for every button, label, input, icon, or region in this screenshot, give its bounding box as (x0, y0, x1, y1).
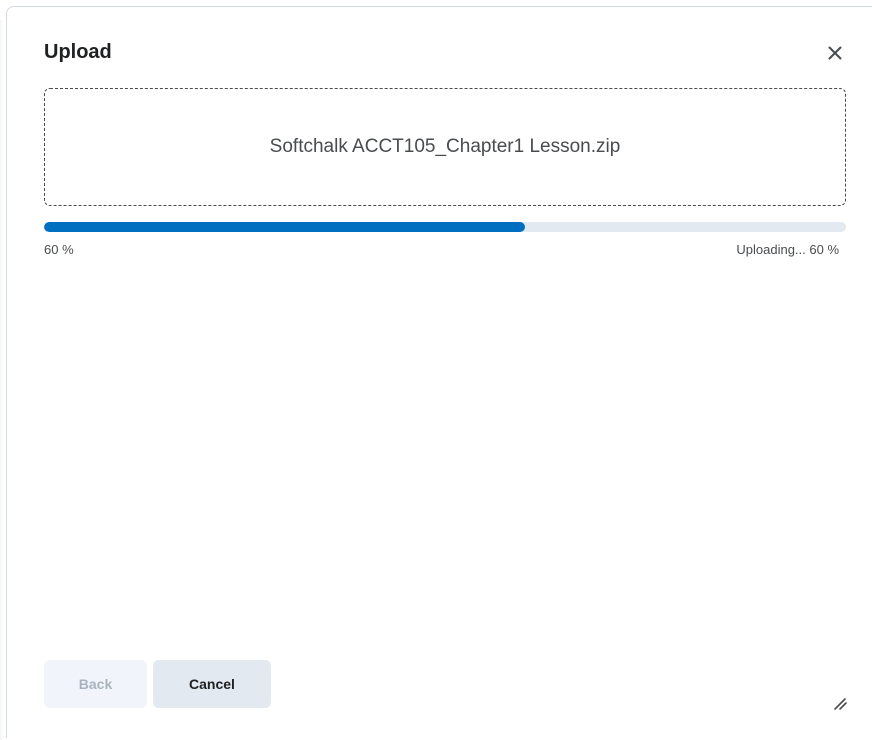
cancel-button[interactable]: Cancel (153, 660, 271, 708)
upload-dialog: Upload Softchalk ACCT105_Chapter1 Lesson… (6, 6, 872, 738)
upload-progress-fill (44, 222, 526, 232)
resize-handle-icon[interactable] (832, 695, 848, 711)
uploaded-filename: Softchalk ACCT105_Chapter1 Lesson.zip (269, 136, 621, 157)
page-edge-shadow (0, 20, 4, 740)
close-icon (828, 46, 842, 60)
progress-percent-label: 60 % (44, 242, 74, 257)
close-button[interactable] (819, 39, 851, 67)
progress-status-label: Uploading... 60 % (736, 242, 839, 257)
dialog-title: Upload (44, 41, 112, 63)
file-dropzone[interactable]: Softchalk ACCT105_Chapter1 Lesson.zip (44, 88, 846, 206)
upload-progress-bar (44, 222, 846, 232)
back-button[interactable]: Back (44, 660, 147, 708)
